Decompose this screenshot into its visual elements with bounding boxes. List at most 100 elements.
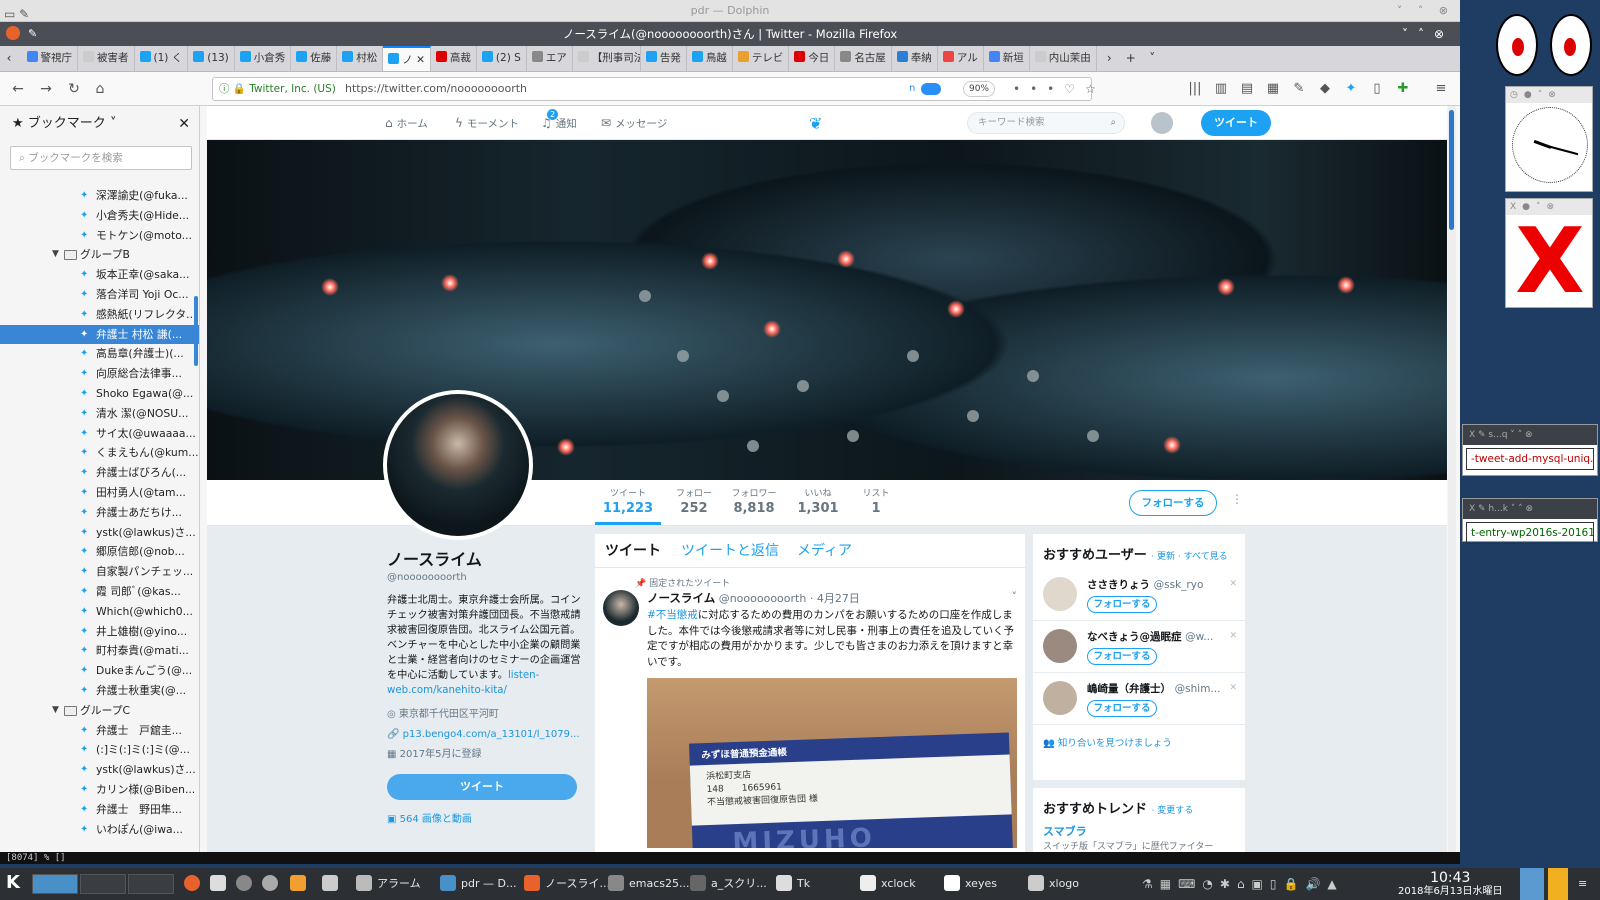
tk-titlebar[interactable]: X ✎ s...q ˅ ˄ ⊗ [1463,425,1597,445]
tab-tweets[interactable]: ツイート [605,534,661,568]
bookmark-item[interactable]: ✦ 弁護士あだちけ... [0,503,199,523]
follow-button[interactable]: フォローする [1129,490,1217,516]
bookmark-folder[interactable]: ▼ グループB [0,245,199,265]
compose-tweet-button[interactable]: ツイート [1201,110,1271,136]
profile-avatar[interactable] [383,390,533,540]
bookmark-item[interactable]: ✦ サイ太(@uwaaaa... [0,424,199,444]
expand-arrow-icon[interactable]: ▼ [52,245,59,265]
bookmark-item[interactable]: ✦ 深澤諭史(@fuka... [0,186,199,206]
user-name-line[interactable]: 嶋崎量（弁護士） @shim... [1087,681,1237,696]
follow-button[interactable]: フォローする [1087,596,1157,613]
tab-20[interactable]: 内山茉由 [1030,46,1097,71]
trends-change-link[interactable]: · 変更する [1152,806,1194,816]
tab-5[interactable]: 佐藤 [291,46,338,71]
security-indicator[interactable]: ⓘ 🔒 Twitter, Inc. (US) [219,78,336,100]
recommend-links[interactable]: · 更新 · すべて見る [1151,552,1227,562]
user-avatar[interactable] [1043,629,1077,663]
tab-13[interactable]: 鳥越 [687,46,733,71]
tweet-to-button[interactable]: ツイート [387,774,577,800]
tab-tweets-replies[interactable]: ツイートと返信 [681,534,779,568]
taskbar-item[interactable]: xeyes [944,868,997,900]
pen-icon[interactable]: ✎ [1290,81,1308,96]
taskbar-item[interactable]: xclock [860,868,916,900]
tab-2[interactable]: (1) く [135,46,189,71]
forward-icon[interactable]: → [36,79,56,99]
bookmark-item[interactable]: ✦ いわぽん(@iwa... [0,820,199,840]
desktop-1[interactable] [32,874,78,894]
back-icon[interactable]: ← [8,79,28,99]
window-controls[interactable]: ˅ ˄ ⊗ [1397,0,1454,22]
twitter-search-input[interactable]: キーワード検索 ⌕ [967,112,1125,134]
expand-arrow-icon[interactable]: ▼ [52,701,59,721]
tab-11[interactable]: 【刑事司法 [573,46,641,71]
tweet-image[interactable]: みずほ普通預金通帳 浜松町支店 148 1665961 不当懲戒被害回復原告団 … [647,678,1017,848]
sidebar-scrollbar[interactable] [194,296,198,366]
bookmark-item[interactable]: ✦ 弁護士 村松 謙(... [0,324,199,345]
bookmark-item[interactable]: ✦ 弁護士 野田隼... [0,800,199,820]
xlogo-window[interactable]: X●˄⊗ X [1505,198,1593,308]
scrollbar-thumb[interactable] [1449,110,1454,230]
close-tab-icon[interactable]: ✕ [413,54,425,66]
bookmark-item[interactable]: ✦ Dukeまんごう(@... [0,661,199,681]
tab-0[interactable]: 警視庁 [22,46,78,71]
pin-icon[interactable]: ✎ [28,22,37,46]
green-ext-icon[interactable]: ✚ [1394,81,1412,96]
close-icon[interactable]: ✕ [178,106,190,142]
bookmark-item[interactable]: ✦ 井上雄樹(@yino... [0,622,199,642]
stat-3[interactable]: いいね 1,301 [793,486,843,516]
follow-button[interactable]: フォローする [1087,648,1157,665]
bookmark-item[interactable]: ✦ 郷原信郎(@nob... [0,542,199,562]
bookmark-folder[interactable]: ▼ グループC [0,701,199,721]
tab-6[interactable]: 村松 [337,46,384,71]
nav-home[interactable]: ⌂ ホーム [385,106,428,141]
tk-window[interactable]: X ✎ h...k ˅ ˄ ⊗ t-entry-wp2016s-20161010 [1462,498,1598,544]
tab-7[interactable]: ノ ✕ [383,46,431,71]
desktop-3[interactable] [128,874,174,894]
tk-window[interactable]: X ✎ s...q ˅ ˄ ⊗ -tweet-add-mysql-uniq.rb [1462,424,1598,476]
taskbar-item[interactable]: emacs25... [608,868,690,900]
tab-15[interactable]: 今日 [789,46,836,71]
bookmark-item[interactable]: ✦ 落合洋司 Yoji Oc... [0,285,199,305]
firefox-launcher-icon[interactable] [184,868,205,900]
desktop-thumbnail[interactable] [1520,868,1544,900]
bookmark-search-input[interactable]: ⌕ ブックマークを検索 [10,146,192,170]
taskbar-item[interactable]: a_スクリ... [690,868,767,900]
media-link[interactable]: ▣ 564 画像と動画 [387,810,582,825]
user-avatar[interactable] [1151,112,1173,134]
kde-start-icon[interactable]: K [6,872,20,893]
tk-titlebar[interactable]: X ✎ h...k ˅ ˄ ⊗ [1463,499,1597,519]
stat-4[interactable]: リスト 1 [851,486,901,516]
tab-17[interactable]: 奉納 [892,46,938,71]
page-scrollbar[interactable] [1448,106,1456,852]
menu-icon[interactable]: ≡ [1578,868,1587,900]
bookmark-item[interactable]: ✦ 高島章(弁護士)(... [0,344,199,364]
bookmark-item[interactable]: ✦ 霞 司郎ﾞ(@kas... [0,582,199,602]
profile-name[interactable]: ノースライム [387,546,582,570]
tab-9[interactable]: (2) S [477,46,527,71]
tab-4[interactable]: 小倉秀 [235,46,292,71]
tab-10[interactable]: エア [527,46,573,71]
desktop-2[interactable] [80,874,126,894]
zoom-level[interactable]: 90% [963,81,995,97]
dismiss-icon[interactable]: ✕ [1229,579,1237,589]
dismiss-icon[interactable]: ✕ [1229,683,1237,693]
url-text[interactable]: https://twitter.com/noooooooorth [345,78,527,100]
website-link[interactable]: p13.bengo4.com/a_13101/l_1079... [403,729,580,740]
tab-media[interactable]: メディア [797,534,852,568]
tab-8[interactable]: 高裁 [431,46,477,71]
follow-button[interactable]: フォローする [1087,700,1157,717]
nav-moments[interactable]: ϟ モーメント [455,106,519,141]
tweet-avatar[interactable] [603,590,639,626]
nav-messages[interactable]: ✉ メッセージ [601,106,667,141]
tweet-author[interactable]: ノースライム [647,591,715,605]
xclock-titlebar[interactable]: ◷●˄⊗ [1506,87,1592,103]
library-icon[interactable]: ||| [1186,81,1204,96]
bookmark-item[interactable]: ✦ Which(@which0... [0,602,199,622]
recommended-user[interactable]: なべきょう@過眠症 @w... フォローする ✕ [1033,621,1245,673]
page-actions[interactable]: •••♡☆ [1013,78,1106,100]
bookmark-item[interactable]: ✦ 弁護士ばびろん(... [0,463,199,483]
stat-1[interactable]: フォロー 252 [669,486,719,516]
bookmark-item[interactable]: ✦ ystk(@lawkus)さ... [0,523,199,543]
bookmark-item[interactable]: ✦ 清水 潔(@NOSU... [0,404,199,424]
grid-icon[interactable]: ▦ [1264,81,1282,96]
